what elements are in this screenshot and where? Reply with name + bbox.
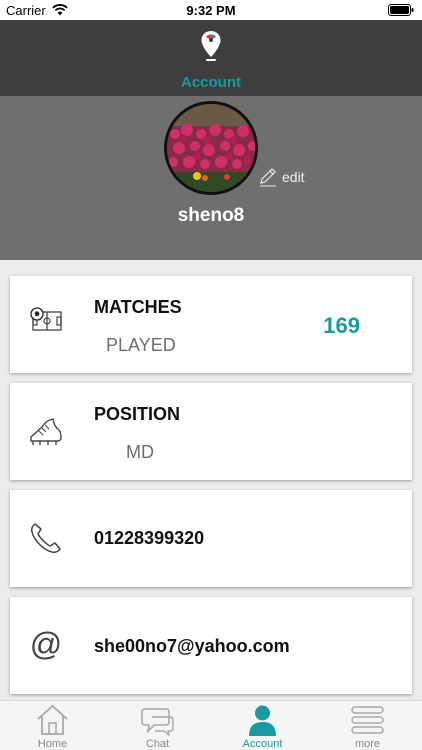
page-title: Account [181, 74, 241, 91]
position-title: POSITION [94, 404, 181, 424]
account-icon [249, 705, 276, 736]
avatar[interactable] [164, 101, 258, 195]
tab-account-label: Account [242, 738, 283, 750]
matches-count: 169 [323, 313, 360, 338]
tab-more-label: more [354, 738, 381, 750]
email-address[interactable]: she00no7@yahoo.com [94, 636, 290, 657]
football-boot-icon [30, 418, 62, 445]
phone-number[interactable]: 01228399320 [94, 528, 204, 549]
profile-header: edit sheno8 [0, 96, 422, 260]
phone-icon [31, 523, 61, 553]
at-sign-icon: @ [30, 627, 62, 662]
tab-chat-label: Chat [145, 738, 170, 750]
clock: 9:32 PM [186, 3, 236, 18]
chat-icon [141, 708, 174, 736]
svg-text:@: @ [30, 627, 62, 662]
matches-card: MATCHES PLAYED 169 [10, 276, 412, 373]
position-card: POSITION MD [10, 383, 412, 480]
tab-account[interactable]: Account [210, 701, 315, 750]
matches-subtitle: PLAYED [106, 335, 176, 355]
phone-card: 01228399320 [10, 490, 412, 587]
tab-home-label: Home [37, 738, 68, 750]
matches-title: MATCHES [94, 297, 182, 317]
position-value: MD [126, 442, 154, 462]
soccer-field-icon [30, 307, 62, 331]
status-bar: Carrier 9:32 PM [0, 0, 422, 20]
username: sheno8 [177, 205, 245, 226]
pencil-icon [260, 168, 276, 187]
menu-icon [351, 706, 384, 734]
email-card: @ she00no7@yahoo.com [10, 597, 412, 694]
tab-bar: Home Chat Account more [0, 700, 422, 750]
tab-home[interactable]: Home [0, 701, 105, 750]
tab-more[interactable]: more [315, 701, 420, 750]
battery-icon [388, 4, 414, 16]
edit-button[interactable]: edit [258, 166, 305, 188]
edit-label: edit [282, 169, 305, 185]
tab-chat[interactable]: Chat [105, 701, 210, 750]
location-pin-icon [201, 31, 221, 61]
avatar-flowers-image [167, 104, 255, 192]
home-icon [37, 704, 68, 735]
nav-bar: Account [0, 20, 422, 96]
